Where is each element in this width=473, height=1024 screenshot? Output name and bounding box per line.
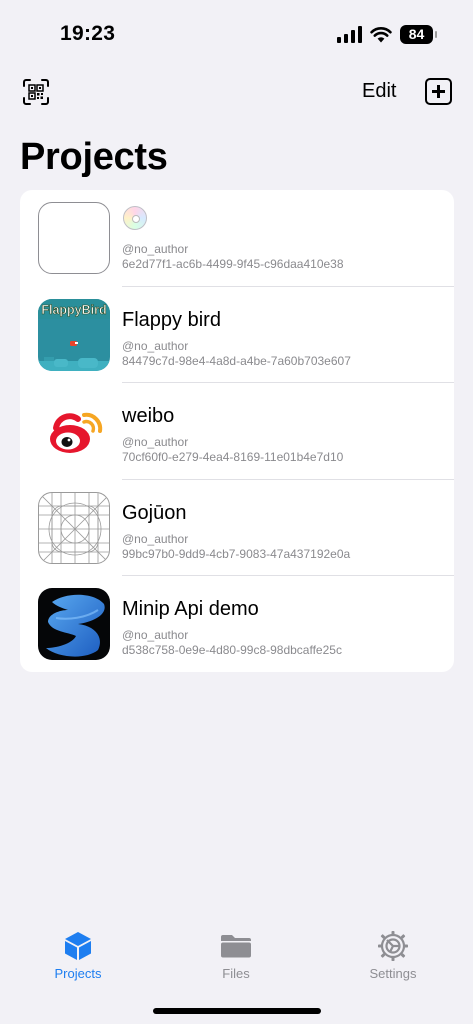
- project-id: 6e2d77f1-ac6b-4499-9f45-c96daa410e38: [122, 257, 344, 271]
- folder-icon: [221, 935, 251, 958]
- home-indicator: [153, 1008, 321, 1014]
- tab-label: Projects: [54, 966, 102, 981]
- project-title: Flappy bird: [122, 308, 221, 331]
- project-row[interactable]: weibo @no_author 70cf60f0-e279-4ea4-8169…: [20, 383, 454, 480]
- status-bar: 19:23 84: [0, 0, 473, 64]
- flappy-bird-thumbnail: FlappyBird: [38, 298, 110, 371]
- project-row[interactable]: FlappyBird Flappy bird @no_author 84479c…: [20, 287, 454, 383]
- project-id: d538c758-0e9e-4d80-99c8-98dbcaffe25c: [122, 643, 342, 657]
- project-author: @no_author: [122, 435, 189, 449]
- project-row[interactable]: @no_author 6e2d77f1-ac6b-4499-9f45-c96da…: [20, 190, 454, 287]
- project-author: @no_author: [122, 628, 189, 642]
- project-title: weibo: [122, 405, 175, 427]
- gear-icon: [378, 931, 408, 961]
- tab-settings[interactable]: Settings: [343, 930, 443, 981]
- tab-label: Settings: [369, 966, 417, 981]
- edit-button[interactable]: Edit: [362, 80, 396, 103]
- project-author: @no_author: [122, 531, 189, 546]
- cd-icon: [123, 206, 147, 230]
- project-row[interactable]: Minip Api demo @no_author d538c758-0e9e-…: [20, 576, 454, 672]
- project-title: Minip Api demo: [122, 598, 259, 620]
- project-title: Gojūon: [122, 501, 187, 524]
- tab-files[interactable]: Files: [186, 930, 286, 981]
- status-time: 19:23: [60, 22, 116, 45]
- page-title: Projects: [20, 136, 168, 178]
- plus-square-icon[interactable]: [425, 78, 452, 105]
- nav-bar: Edit: [0, 70, 473, 114]
- flappy-bird-logo-text: FlappyBird: [41, 303, 106, 317]
- project-id: 70cf60f0-e279-4ea4-8169-11e01b4e7d10: [122, 450, 344, 464]
- weibo-thumbnail: [38, 395, 110, 467]
- cube-icon: [65, 932, 91, 960]
- project-row[interactable]: Gojūon @no_author 99bc97b0-9dd9-4cb7-908…: [20, 480, 454, 576]
- qr-scan-icon[interactable]: [22, 78, 50, 106]
- project-thumbnail: [38, 202, 110, 274]
- tab-bar: Projects Files Settings: [0, 925, 473, 995]
- project-list: @no_author 6e2d77f1-ac6b-4499-9f45-c96da…: [20, 190, 454, 672]
- project-author: @no_author: [122, 242, 189, 256]
- project-id: 99bc97b0-9dd9-4cb7-9083-47a437192e0a: [122, 546, 351, 561]
- icon-grid-thumbnail: [38, 491, 110, 564]
- wifi-icon: [370, 27, 392, 43]
- project-id: 84479c7d-98e4-4a8d-a4be-7a60b703e607: [122, 353, 351, 368]
- battery-indicator: 84: [400, 25, 437, 44]
- tab-label: Files: [222, 966, 250, 981]
- swift-logo-thumbnail: [38, 588, 110, 660]
- tab-projects[interactable]: Projects: [28, 930, 128, 981]
- status-indicators: 84: [337, 25, 437, 44]
- project-author: @no_author: [122, 338, 189, 353]
- cellular-signal-icon: [337, 26, 362, 43]
